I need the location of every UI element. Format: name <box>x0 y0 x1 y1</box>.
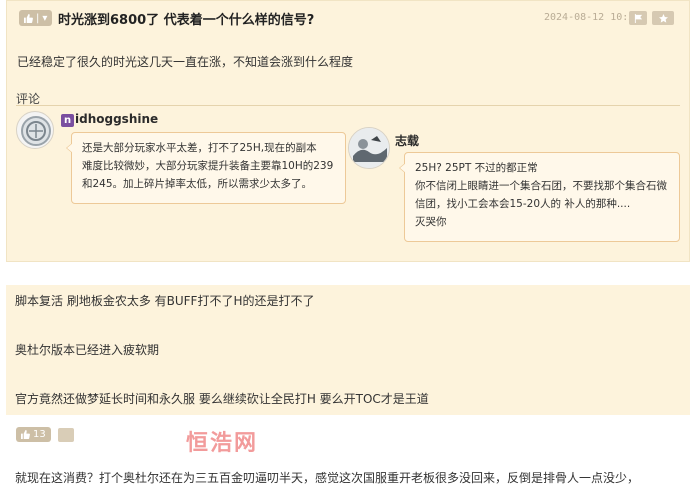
reply-button[interactable] <box>58 428 74 442</box>
reply-card: 13 恒浩网 就现在这消费？打个奥杜尔还在为三五百金叨逼叨半天，感觉这次国服重开… <box>6 415 690 500</box>
thumbs-up-icon <box>24 13 33 23</box>
comment-line: 和245。加上碎片掉率太低，所以需求少太多了。 <box>82 178 313 190</box>
comment-line: 你不信闭上眼睛进一个集合石团，不要找那个集合石微 <box>415 180 667 192</box>
post-body: 已经稳定了很久的时光这几天一直在涨，不知道会涨到什么程度 <box>17 55 354 69</box>
comment-bubble: 还是大部分玩家水平太差，打不了25H,现在的副本 难度比较微妙，大部分玩家提升装… <box>66 132 346 204</box>
post-card: | ▾ 时光涨到6800了 代表着一个什么样的信号? 2024-08-12 10… <box>6 0 690 262</box>
reply-list: 脚本复活 刷地板金农太多 有BUFF打不了H的还是打不了 奥杜尔版本已经进入疲软… <box>6 285 690 415</box>
chevron-down-icon: ▾ <box>42 12 48 24</box>
comment-line: 难度比较微妙，大部分玩家提升装备主要靠10H的239 <box>82 160 334 172</box>
avatar-image-icon <box>349 128 389 168</box>
like-count-button[interactable]: 13 <box>16 427 51 442</box>
list-item: 奥杜尔版本已经进入疲软期 <box>15 343 160 357</box>
avatar[interactable] <box>16 111 54 149</box>
like-divider: | <box>36 12 40 24</box>
post-date: 2024-08-12 10:37 <box>544 12 641 23</box>
comment-username[interactable]: n idhoggshine <box>61 112 158 127</box>
star-icon <box>658 13 668 23</box>
list-item: 脚本复活 刷地板金农太多 有BUFF打不了H的还是打不了 <box>15 294 315 308</box>
bookmark-button[interactable] <box>629 11 647 25</box>
comment-line: 信团，找小工会本会15-20人的 补人的那种.... <box>415 198 631 210</box>
avatar-image-icon <box>21 116 51 146</box>
reply-text: 就现在这消费？打个奥杜尔还在为三五百金叨逼叨半天，感觉这次国服重开老板很多没回来… <box>15 471 640 485</box>
comment-line: 还是大部分玩家水平太差，打不了25H,现在的副本 <box>82 142 317 154</box>
user-badge: n <box>61 114 74 127</box>
comment-bubble: 25H? 25PT 不过的都正常 你不信闭上眼睛进一个集合石团，不要找那个集合石… <box>399 152 680 242</box>
like-button[interactable]: | ▾ <box>19 10 53 26</box>
flag-icon <box>634 13 642 23</box>
comment-username[interactable]: 志载 <box>395 132 419 149</box>
list-item: 官方竟然还做梦延长时间和永久服 要么继续砍让全民打H 要么开TOC才是王道 <box>15 392 429 406</box>
comments-divider <box>16 105 680 106</box>
comment-line: 灭哭你 <box>415 216 447 228</box>
thumbs-up-icon <box>21 430 30 439</box>
like-count: 13 <box>33 429 46 440</box>
avatar[interactable] <box>348 127 390 169</box>
comment-line: 25H? 25PT 不过的都正常 <box>415 162 538 174</box>
star-button[interactable] <box>652 11 674 25</box>
watermark: 恒浩网 <box>186 431 259 456</box>
post-title: 时光涨到6800了 代表着一个什么样的信号? <box>58 13 315 28</box>
